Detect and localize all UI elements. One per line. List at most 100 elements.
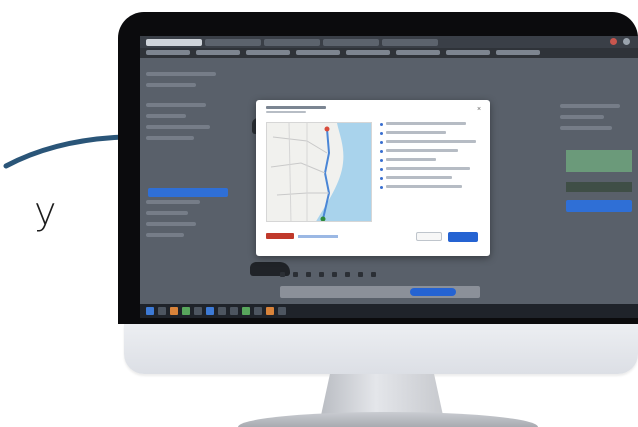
step-dot-icon [380,123,383,126]
browser-tab-active[interactable] [146,39,202,46]
direction-step [380,140,482,144]
bookmarks-bar [140,48,638,58]
bookmark-item[interactable] [296,50,340,55]
toolbar-icon[interactable] [280,272,285,277]
monitor-screen: × [140,36,638,318]
editor-toolbar [266,272,482,279]
panel-line [560,115,604,119]
step-text-placeholder [386,122,466,125]
brand-logo [266,232,294,242]
window-controls [610,38,630,45]
os-taskbar [140,304,638,318]
left-sidebar [146,72,240,282]
taskbar-icon[interactable] [254,307,262,315]
step-text-placeholder [386,149,458,152]
taskbar-icon[interactable] [230,307,238,315]
browser-tab[interactable] [264,39,320,46]
panel-line [560,104,620,108]
toolbar-icon[interactable] [332,272,337,277]
step-text-placeholder [386,176,452,179]
direction-step [380,176,482,180]
sidebar-line [146,233,184,237]
sidebar-line [146,72,216,76]
step-dot-icon [380,177,383,180]
browser-tab[interactable] [323,39,379,46]
toolbar-icon[interactable] [358,272,363,277]
menu-icon[interactable] [623,38,630,45]
toolbar-icon[interactable] [306,272,311,277]
step-dot-icon [380,132,383,135]
panel-line [560,126,612,130]
directions-modal: × [256,100,490,256]
direction-step [380,158,482,162]
bookmark-item[interactable] [346,50,390,55]
toolbar-icon[interactable] [345,272,350,277]
toolbar-icon[interactable] [293,272,298,277]
side-letter: y [34,189,57,233]
step-dot-icon [380,150,383,153]
monitor-stand-base [238,412,538,427]
stage: y × [0,0,638,427]
sidebar-line [146,125,210,129]
close-icon[interactable]: × [477,106,484,113]
record-icon[interactable] [610,38,617,45]
taskbar-icon[interactable] [182,307,190,315]
directions-list [380,122,482,194]
toolbar-icon[interactable] [319,272,324,277]
sidebar-line [146,211,188,215]
cancel-button[interactable] [416,232,442,241]
bookmark-item[interactable] [146,50,190,55]
left-action-button[interactable] [148,188,228,197]
taskbar-icon[interactable] [194,307,202,315]
direction-step [380,167,482,171]
bookmark-item[interactable] [496,50,540,55]
route-map[interactable] [266,122,372,222]
confirm-button[interactable] [448,232,478,242]
step-dot-icon [380,186,383,189]
brand-tagline-placeholder [298,235,338,238]
sidebar-line [146,222,196,226]
bookmark-item[interactable] [446,50,490,55]
map-pin-icon [320,216,326,221]
browser-tab-bar [140,36,638,48]
taskbar-icon[interactable] [218,307,226,315]
browser-tab[interactable] [382,39,438,46]
direction-step [380,131,482,135]
sidebar-line [146,114,186,118]
start-icon[interactable] [146,307,154,315]
taskbar-icon[interactable] [242,307,250,315]
status-panel [566,150,632,172]
modal-title-placeholder [266,106,326,113]
step-text-placeholder [386,140,476,143]
right-action-button[interactable] [566,200,632,212]
browser-tab[interactable] [205,39,261,46]
step-dot-icon [380,168,383,171]
taskbar-icon[interactable] [278,307,286,315]
step-text-placeholder [386,158,436,161]
summary-row [566,182,632,192]
taskbar-icon[interactable] [266,307,274,315]
recorder-action-button[interactable] [410,288,456,296]
toolbar-icon[interactable] [371,272,376,277]
map-pin-icon [324,126,330,132]
right-panel [560,104,634,137]
map-graphic [267,123,371,221]
sidebar-line [146,83,196,87]
monitor-chin [124,324,638,374]
taskbar-icon[interactable] [158,307,166,315]
step-text-placeholder [386,131,446,134]
step-text-placeholder [386,167,470,170]
step-dot-icon [380,141,383,144]
bookmark-item[interactable] [246,50,290,55]
direction-step [380,122,482,126]
taskbar-icon[interactable] [170,307,178,315]
bookmark-item[interactable] [396,50,440,55]
taskbar-icon[interactable] [206,307,214,315]
step-text-placeholder [386,185,462,188]
sidebar-line [146,136,194,140]
monitor: × [118,12,638,374]
direction-step [380,185,482,189]
direction-step [380,149,482,153]
bookmark-item[interactable] [196,50,240,55]
sidebar-line [146,103,206,107]
